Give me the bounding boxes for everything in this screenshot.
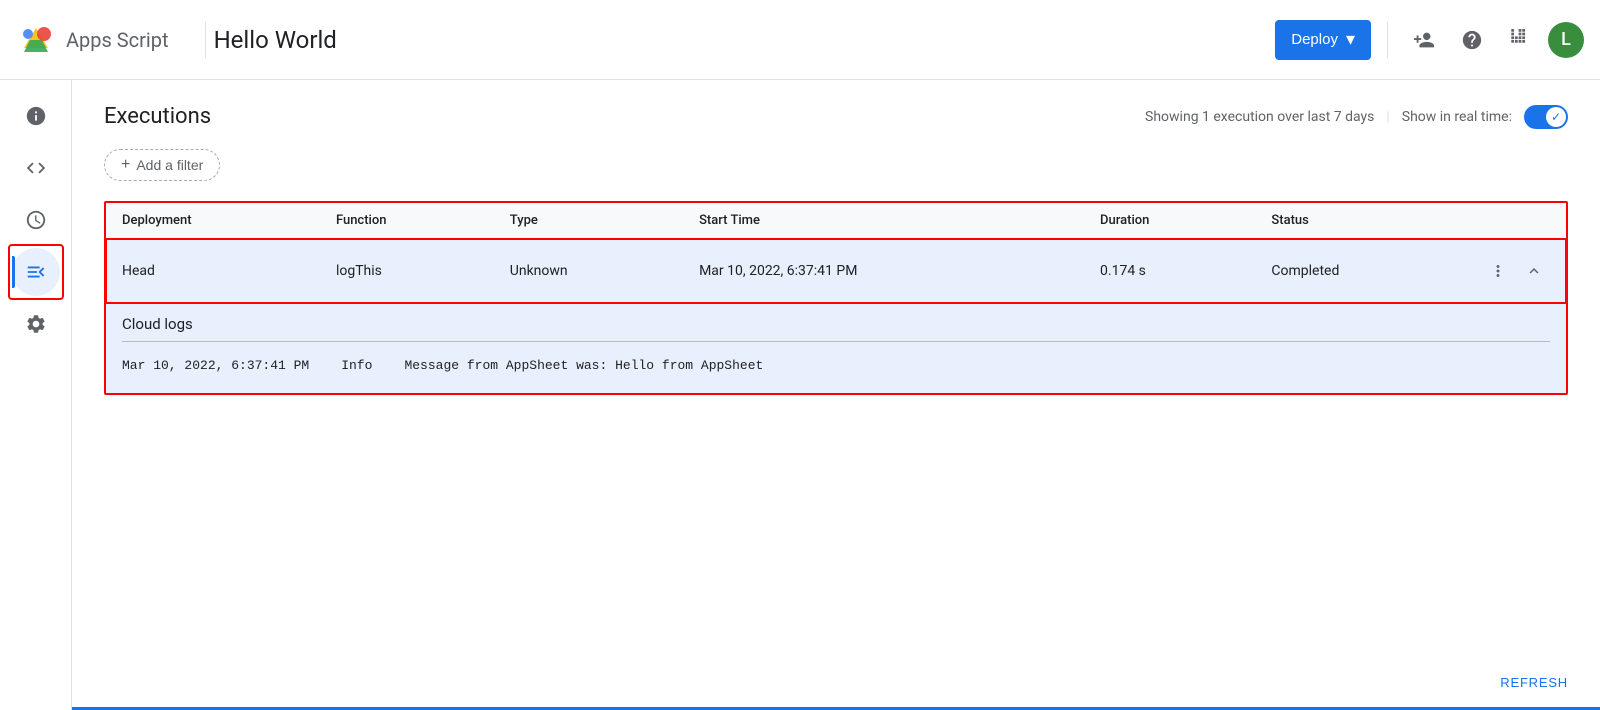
add-filter-button[interactable]: + Add a filter (104, 149, 220, 181)
table-header: Deployment Function Type Start Time Dura… (106, 203, 1566, 239)
realtime-toggle[interactable]: ✓ (1524, 105, 1568, 129)
info-icon (25, 105, 47, 127)
help-button[interactable] (1452, 20, 1492, 60)
sidebar (0, 80, 72, 710)
cell-actions (1466, 239, 1566, 304)
logo-area: Apps Script (16, 20, 169, 60)
apps-grid-icon (1509, 29, 1531, 51)
toggle-thumb: ✓ (1546, 107, 1566, 127)
row-actions (1482, 255, 1550, 287)
cell-type: Unknown (494, 239, 683, 304)
col-actions (1466, 203, 1566, 239)
refresh-button[interactable]: REFRESH (1500, 675, 1568, 690)
add-person-button[interactable] (1404, 20, 1444, 60)
cell-status: Completed (1255, 239, 1466, 304)
apps-grid-button[interactable] (1500, 20, 1540, 60)
cell-deployment: Head (106, 239, 320, 304)
main-layout: Executions Showing 1 execution over last… (0, 80, 1600, 710)
editor-icon (25, 157, 47, 179)
log-timestamp: Mar 10, 2022, 6:37:41 PM (122, 358, 309, 373)
col-duration: Duration (1084, 203, 1255, 239)
sidebar-item-triggers[interactable] (12, 196, 60, 244)
deploy-label: Deploy (1291, 31, 1338, 48)
cloud-logs-divider (122, 341, 1550, 342)
col-function: Function (320, 203, 494, 239)
divider-pipe: | (1386, 109, 1389, 125)
sidebar-item-executions[interactable] (12, 248, 60, 296)
log-entry: Mar 10, 2022, 6:37:41 PM Info Message fr… (122, 354, 1550, 377)
triggers-icon (25, 209, 47, 231)
executions-table-container: Deployment Function Type Start Time Dura… (104, 201, 1568, 395)
deploy-button[interactable]: Deploy ▾ (1275, 20, 1371, 60)
header: Apps Script Hello World Deploy ▾ L (0, 0, 1600, 80)
cell-duration: 0.174 s (1084, 239, 1255, 304)
toggle-track: ✓ (1524, 105, 1568, 129)
add-filter-plus-icon: + (121, 156, 130, 174)
more-vert-icon (1489, 262, 1507, 280)
project-name: Hello World (214, 26, 337, 54)
col-status: Status (1255, 203, 1466, 239)
cloud-logs-title: Cloud logs (122, 303, 1550, 341)
realtime-label: Show in real time: (1402, 109, 1512, 125)
collapse-button[interactable] (1518, 255, 1550, 287)
showing-info-text: Showing 1 execution over last 7 days (1145, 109, 1374, 125)
help-icon (1461, 29, 1483, 51)
header-right-divider (1387, 22, 1388, 58)
chevron-up-icon (1525, 262, 1543, 280)
sidebar-active-accent (12, 256, 15, 288)
add-filter-label: Add a filter (136, 157, 203, 173)
apps-script-icon (16, 20, 56, 60)
executions-table: Deployment Function Type Start Time Dura… (106, 203, 1566, 393)
cloud-logs-section: Cloud logs Mar 10, 2022, 6:37:41 PM Info… (106, 303, 1566, 393)
sidebar-item-editor[interactable] (12, 144, 60, 192)
deploy-chevron-icon: ▾ (1346, 29, 1355, 50)
content-header: Executions Showing 1 execution over last… (104, 104, 1568, 129)
cell-starttime: Mar 10, 2022, 6:37:41 PM (683, 239, 1084, 304)
avatar[interactable]: L (1548, 22, 1584, 58)
settings-icon (25, 313, 47, 335)
more-options-button[interactable] (1482, 255, 1514, 287)
expanded-log-row: Cloud logs Mar 10, 2022, 6:37:41 PM Info… (106, 303, 1566, 393)
header-divider (205, 22, 206, 58)
executions-icon (25, 261, 47, 283)
app-name-label: Apps Script (66, 28, 169, 52)
log-message: Message from AppSheet was: Hello from Ap… (404, 358, 763, 373)
add-person-icon (1413, 29, 1435, 51)
executions-title: Executions (104, 104, 211, 129)
content-area: Executions Showing 1 execution over last… (72, 80, 1600, 710)
table-row[interactable]: Head logThis Unknown Mar 10, 2022, 6:37:… (106, 239, 1566, 304)
table-body: Head logThis Unknown Mar 10, 2022, 6:37:… (106, 239, 1566, 394)
log-level: Info (341, 358, 372, 373)
header-info-area: Showing 1 execution over last 7 days | S… (1145, 105, 1568, 129)
col-type: Type (494, 203, 683, 239)
col-deployment: Deployment (106, 203, 320, 239)
sidebar-item-settings[interactable] (12, 300, 60, 348)
cell-function: logThis (320, 239, 494, 304)
sidebar-item-overview[interactable] (12, 92, 60, 140)
col-starttime: Start Time (683, 203, 1084, 239)
